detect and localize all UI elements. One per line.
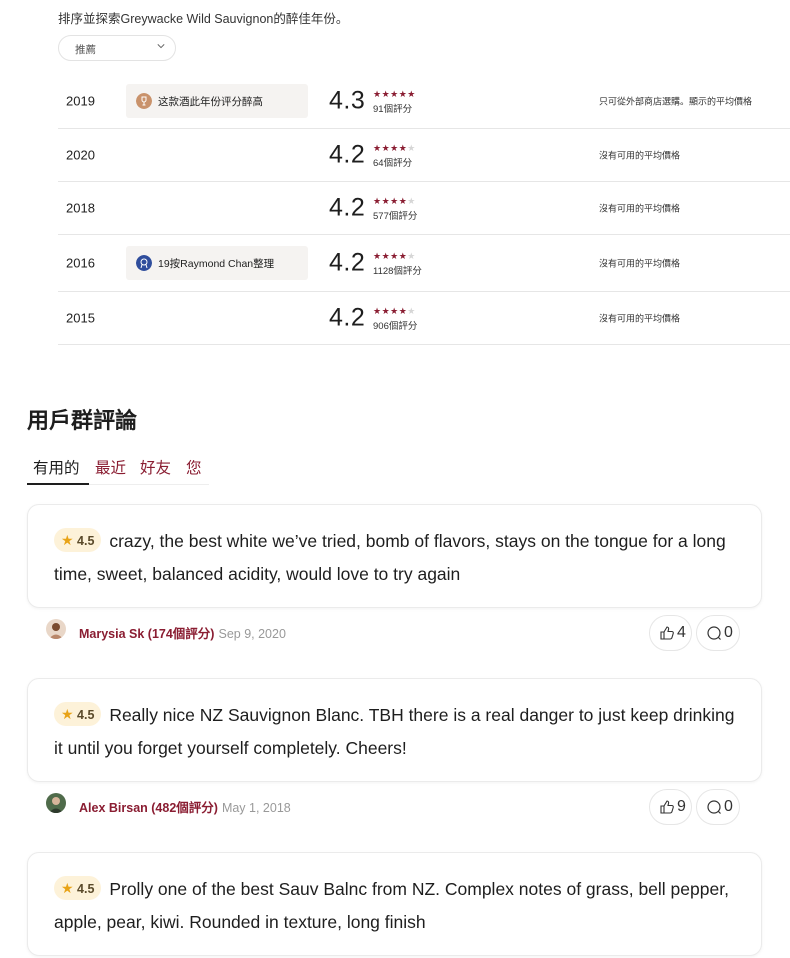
price-note: 沒有可用的平均價格 — [599, 258, 681, 269]
rating-stars: ★★★★★ — [373, 88, 416, 99]
sort-dropdown[interactable]: 推薦 — [58, 35, 176, 61]
vintage-badge: 这款酒此年份评分醉高 — [126, 83, 308, 118]
thumbs-up-icon — [660, 800, 674, 814]
rating-count: 91個評分 — [373, 103, 413, 115]
comment-icon — [707, 800, 721, 814]
ribbon-icon — [136, 255, 152, 271]
reviews-section-title: 用戶群評論 — [27, 408, 138, 433]
review-card[interactable]: ★ 4.5 Prolly one of the best Sauv Balnc … — [27, 852, 762, 956]
review-meta: Marysia Sk (174個評分) Sep 9, 2020 4 0 — [46, 615, 766, 651]
review-date: May 1, 2018 — [221, 801, 291, 815]
tab-recent[interactable]: 最近 — [95, 456, 126, 478]
rating-stars: ★★★★★ — [373, 251, 416, 261]
review-card[interactable]: ★ 4.5 crazy, the best white we’ve tried,… — [27, 504, 762, 608]
avatar[interactable] — [46, 793, 66, 813]
sort-selected-label: 推薦 — [75, 44, 96, 56]
review-author[interactable]: Marysia Sk (174個評分) Sep 9, 2020 — [79, 623, 286, 642]
star-icon: ★ — [61, 706, 74, 722]
vintage-intro: 排序並探索Greywacke Wild Sauvignon的醉佳年份。 — [58, 12, 349, 26]
rating-count: 906個評分 — [373, 321, 418, 332]
price-note: 沒有可用的平均價格 — [599, 313, 681, 324]
comment-count: 0 — [724, 624, 733, 641]
vintage-row[interactable]: 2019 这款酒此年份评分醉高 4.3 ★★★★★ 91個評分 只可從外部商店選… — [58, 73, 790, 129]
rating-count: 1128個評分 — [373, 266, 422, 277]
rating-count: 64個評分 — [373, 158, 413, 169]
comment-count: 0 — [724, 798, 733, 815]
thumbs-up-icon — [660, 626, 674, 640]
star-icon: ★ — [61, 532, 74, 548]
vintage-score: 4.2 — [329, 248, 366, 277]
chevron-down-icon — [157, 44, 165, 49]
review-meta: Alex Birsan (482個評分) May 1, 2018 9 0 — [46, 789, 766, 825]
vintage-badge-text: 19按Raymond Chan整理 — [158, 258, 275, 270]
vintage-row[interactable]: 2015 4.2 ★★★★★ 906個評分 沒有可用的平均價格 — [58, 292, 790, 345]
comment-button[interactable]: 0 — [696, 789, 740, 825]
tab-helpful[interactable]: 有用的 — [33, 456, 80, 478]
review-tabs: 有用的 最近 好友 您 — [27, 454, 209, 485]
vintage-badge-text: 这款酒此年份评分醉高 — [158, 95, 263, 108]
comment-icon — [707, 626, 721, 640]
rating-stars: ★★★★★ — [373, 143, 416, 153]
wine-glass-icon — [136, 92, 152, 109]
vintage-row[interactable]: 2020 4.2 ★★★★★ 64個評分 沒有可用的平均價格 — [58, 129, 790, 182]
review-date: Sep 9, 2020 — [218, 627, 286, 641]
vintage-year: 2019 — [66, 93, 95, 108]
avatar[interactable] — [46, 619, 66, 639]
rating-count: 577個評分 — [373, 211, 418, 222]
review-rating: 4.5 — [77, 882, 95, 896]
price-note: 只可從外部商店選購。顯示的平均價格 — [599, 96, 753, 106]
review-rating-badge: ★ 4.5 — [54, 702, 102, 726]
tab-friends[interactable]: 好友 — [140, 456, 171, 478]
review-author[interactable]: Alex Birsan (482個評分) May 1, 2018 — [79, 797, 291, 816]
review-rating-badge: ★ 4.5 — [54, 528, 102, 552]
star-icon: ★ — [61, 880, 74, 896]
review-text: Prolly one of the best Sauv Balnc from N… — [54, 879, 729, 932]
review-text: crazy, the best white we’ve tried, bomb … — [54, 531, 726, 584]
vintage-year: 2018 — [66, 200, 95, 216]
vintage-year: 2016 — [66, 255, 95, 271]
review-rating-badge: ★ 4.5 — [54, 876, 102, 900]
vintage-score: 4.2 — [329, 303, 366, 332]
like-count: 9 — [677, 798, 686, 815]
tab-you[interactable]: 您 — [186, 456, 202, 478]
vintage-table: 2019 这款酒此年份评分醉高 4.3 ★★★★★ 91個評分 只可從外部商店選… — [58, 73, 790, 345]
vintage-year: 2020 — [66, 147, 95, 163]
like-count: 4 — [677, 624, 686, 641]
review-rating: 4.5 — [77, 534, 95, 548]
review-body: ★ 4.5 Really nice NZ Sauvignon Blanc. TB… — [54, 699, 744, 765]
rating-stars: ★★★★★ — [373, 306, 416, 316]
vintage-score: 4.2 — [329, 140, 366, 169]
like-button[interactable]: 9 — [649, 789, 692, 825]
review-card[interactable]: ★ 4.5 Really nice NZ Sauvignon Blanc. TB… — [27, 678, 762, 782]
vintage-score: 4.3 — [329, 86, 366, 114]
rating-stars: ★★★★★ — [373, 196, 416, 206]
price-note: 沒有可用的平均價格 — [599, 150, 681, 161]
vintage-row[interactable]: 2018 4.2 ★★★★★ 577個評分 沒有可用的平均價格 — [58, 182, 790, 235]
review-text: Really nice NZ Sauvignon Blanc. TBH ther… — [54, 705, 735, 758]
active-tab-indicator — [27, 483, 89, 485]
vintage-badge: 19按Raymond Chan整理 — [126, 246, 308, 280]
review-rating: 4.5 — [77, 708, 95, 722]
comment-button[interactable]: 0 — [696, 615, 740, 651]
review-body: ★ 4.5 crazy, the best white we’ve tried,… — [54, 525, 744, 591]
vintage-row[interactable]: 2016 19按Raymond Chan整理 4.2 ★★★★★ 1128個評分… — [58, 235, 790, 292]
vintage-score: 4.2 — [329, 193, 366, 222]
price-note: 沒有可用的平均價格 — [599, 203, 681, 214]
vintage-year: 2015 — [66, 310, 95, 326]
review-body: ★ 4.5 Prolly one of the best Sauv Balnc … — [54, 873, 744, 939]
like-button[interactable]: 4 — [649, 615, 692, 651]
